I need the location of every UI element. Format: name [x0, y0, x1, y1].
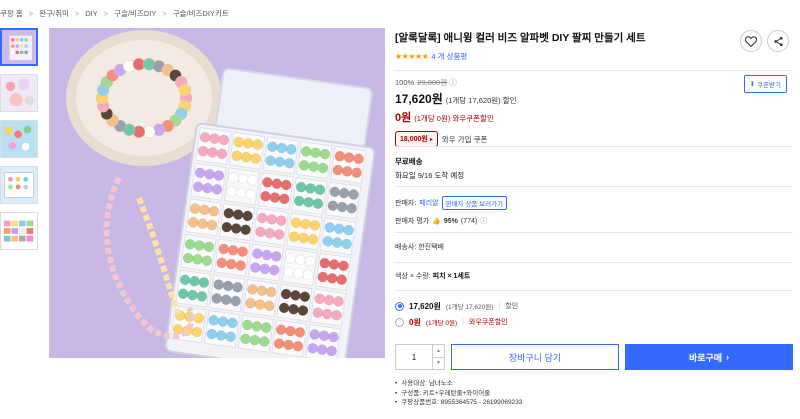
divider	[395, 232, 793, 233]
option-tag: 할인	[505, 303, 519, 310]
add-to-cart-label: 장바구니 담기	[508, 352, 562, 363]
quantity-stepper: 1 ▲ ▼	[395, 344, 445, 370]
info-icon[interactable]: ⓘ	[449, 78, 457, 87]
detail-item: 구성품: 키트+우레탄줄+와이어줄	[395, 389, 522, 399]
seller-rating-count: (774)	[460, 217, 478, 225]
coupon-price-line: 0원 (1개당 0원) 와우쿠폰할인	[395, 109, 795, 125]
divider	[395, 70, 793, 71]
chevron-right-icon: ›	[726, 352, 730, 362]
product-title: [알록달록] 애니윙 컬러 비즈 알파벳 DIY 팔찌 만들기 세트	[395, 32, 646, 44]
original-price-line: 100% 29,800원 ⓘ	[395, 77, 795, 88]
quantity-up-icon[interactable]: ▲	[433, 345, 444, 358]
price-option-wow-coupon[interactable]: 0원 (1개당 0원) | 와우쿠폰할인	[395, 314, 793, 330]
arrival-date: 화요일 9/16 도착 예정	[395, 171, 465, 180]
main-product-image[interactable]	[49, 28, 385, 358]
info-icon[interactable]: ⓘ	[480, 216, 487, 226]
option-tag: 와우쿠폰할인	[468, 319, 508, 326]
thumbnail-4[interactable]	[0, 166, 38, 204]
radio-selected[interactable]	[395, 301, 404, 311]
price-options: 17,620원 (1개당 17,620원) | 할인 0원 (1개당 0원) |…	[395, 298, 793, 330]
divider	[395, 262, 793, 263]
breadcrumb-item-toys[interactable]: 완구/취미	[39, 8, 69, 19]
seller-rating-line: 판매자 평가 👍 95% (774) ⓘ	[395, 216, 507, 226]
breadcrumb-separator: >	[103, 9, 109, 18]
seller-products-button[interactable]: 판매자 상품 보러가기	[441, 196, 508, 210]
seller-label: 판매자:	[395, 200, 417, 207]
breadcrumb-item-beads[interactable]: 구슬/비즈DIY	[114, 8, 156, 19]
sale-price-line: 17,620원 (1개당 17,620원) 할인	[395, 90, 795, 107]
breadcrumb-item-home[interactable]: 쿠팡 홈	[0, 8, 23, 19]
thumbnail-1[interactable]	[0, 28, 38, 66]
option-summary: 색상 × 수량: 피치 × 1세트	[395, 271, 470, 281]
delivery-company: 배송사: 한진택배	[395, 244, 444, 251]
option-price: 0원	[409, 317, 421, 327]
option-unit-price: (1개당 0원)	[425, 320, 458, 327]
wow-coupon-text: 와우 가입 쿠폰	[441, 134, 488, 144]
radio-unselected[interactable]	[395, 317, 404, 327]
divider	[395, 146, 793, 147]
breadcrumb-separator: >	[162, 9, 167, 18]
seller-block: 판매자: 페리알 판매자 상품 보러가기 판매자 평가 👍 95% (774) …	[395, 196, 508, 226]
coupon-price: 0원	[395, 112, 412, 124]
wishlist-button[interactable]	[740, 30, 762, 52]
quantity-arrows: ▲ ▼	[432, 345, 444, 369]
thumbnail-5[interactable]	[0, 212, 38, 250]
option-separator: |	[498, 302, 501, 310]
original-price: 29,800원	[417, 78, 448, 87]
share-icon	[773, 36, 783, 46]
coupon-unit-price: (1개당 0원) 와우쿠폰할인	[414, 114, 494, 123]
coupon-ticket-icon: ▸	[429, 136, 433, 143]
share-button[interactable]	[767, 30, 789, 52]
sale-price: 17,620원	[395, 92, 443, 106]
review-count-link[interactable]: 4 개 상품평	[431, 51, 467, 62]
coupon-download-button[interactable]: ⬇ 쿠폰받기	[743, 75, 787, 93]
breadcrumb-item-diy[interactable]: DIY	[85, 9, 98, 18]
thumbnail-2[interactable]	[0, 74, 38, 112]
wow-coupon-badge[interactable]: 18,000원 ▸	[395, 131, 438, 147]
breadcrumb-item-bead-kits[interactable]: 구슬/비즈DIY키트	[173, 8, 229, 19]
download-icon: ⬇	[749, 81, 756, 88]
thumbs-up-icon: 👍	[432, 218, 441, 225]
quantity-input[interactable]: 1	[396, 345, 432, 369]
quantity-down-icon[interactable]: ▼	[433, 358, 444, 370]
product-info: [알록달록] 애니윙 컬러 비즈 알파벳 DIY 팔찌 만들기 세트 ★★★★★…	[395, 28, 795, 62]
breadcrumb-separator: >	[74, 9, 80, 18]
add-to-cart-button[interactable]: 장바구니 담기	[451, 344, 619, 370]
detail-item: 사용대상: 남녀노소	[395, 379, 522, 389]
wow-coupon-amount: 18,000원	[400, 136, 428, 143]
breadcrumb: 쿠팡 홈 > 완구/취미 > DIY > 구슬/비즈DIY > 구슬/비즈DIY…	[0, 8, 229, 19]
option-summary-label: 색상 × 수량:	[395, 273, 433, 280]
rating-stars: ★★★★★	[395, 52, 429, 61]
divider	[395, 186, 793, 187]
breadcrumb-separator: >	[28, 9, 34, 18]
thumbnail-list	[0, 28, 40, 258]
seller-name[interactable]: 페리알	[419, 198, 438, 208]
divider	[395, 290, 793, 291]
price-option-regular[interactable]: 17,620원 (1개당 17,620원) | 할인	[395, 298, 793, 314]
buy-now-label: 바로구매	[688, 352, 723, 363]
buy-now-button[interactable]: 바로구매 ›	[625, 344, 793, 370]
thumbnail-3[interactable]	[0, 120, 38, 158]
rating-row: ★★★★★ 4 개 상품평	[395, 51, 795, 62]
option-separator: |	[462, 318, 464, 326]
seller-line: 판매자: 페리알 판매자 상품 보러가기	[395, 196, 508, 210]
option-unit-price: (1개당 17,620원)	[445, 304, 494, 311]
shipping-block: 무료배송 화요일 9/16 도착 예정	[395, 156, 464, 181]
option-price: 17,620원	[409, 301, 441, 311]
detail-item: 쿠팡상품번호: 8955364575 - 26199069233	[395, 398, 522, 408]
seller-rating-label: 판매자 평가	[395, 218, 430, 225]
option-summary-value: 피치 × 1세트	[432, 273, 471, 280]
wow-coupon-line: 18,000원 ▸ 와우 가입 쿠폰	[395, 131, 795, 147]
discount-rate: 100%	[395, 78, 415, 87]
shipping-title: 무료배송	[395, 157, 423, 166]
coupon-button-label: 쿠폰받기	[757, 82, 781, 89]
heart-icon	[745, 35, 757, 47]
sale-unit-price: (1개당 17,620원) 할인	[445, 96, 517, 105]
product-details-list: 사용대상: 남녀노소 구성품: 키트+우레탄줄+와이어줄 쿠팡상품번호: 895…	[395, 379, 522, 408]
price-block: 100% 29,800원 ⓘ 17,620원 (1개당 17,620원) 할인 …	[395, 75, 795, 147]
seller-rating-value: 95%	[443, 217, 458, 225]
purchase-actions: 1 ▲ ▼ 장바구니 담기 바로구매 ›	[395, 344, 793, 370]
